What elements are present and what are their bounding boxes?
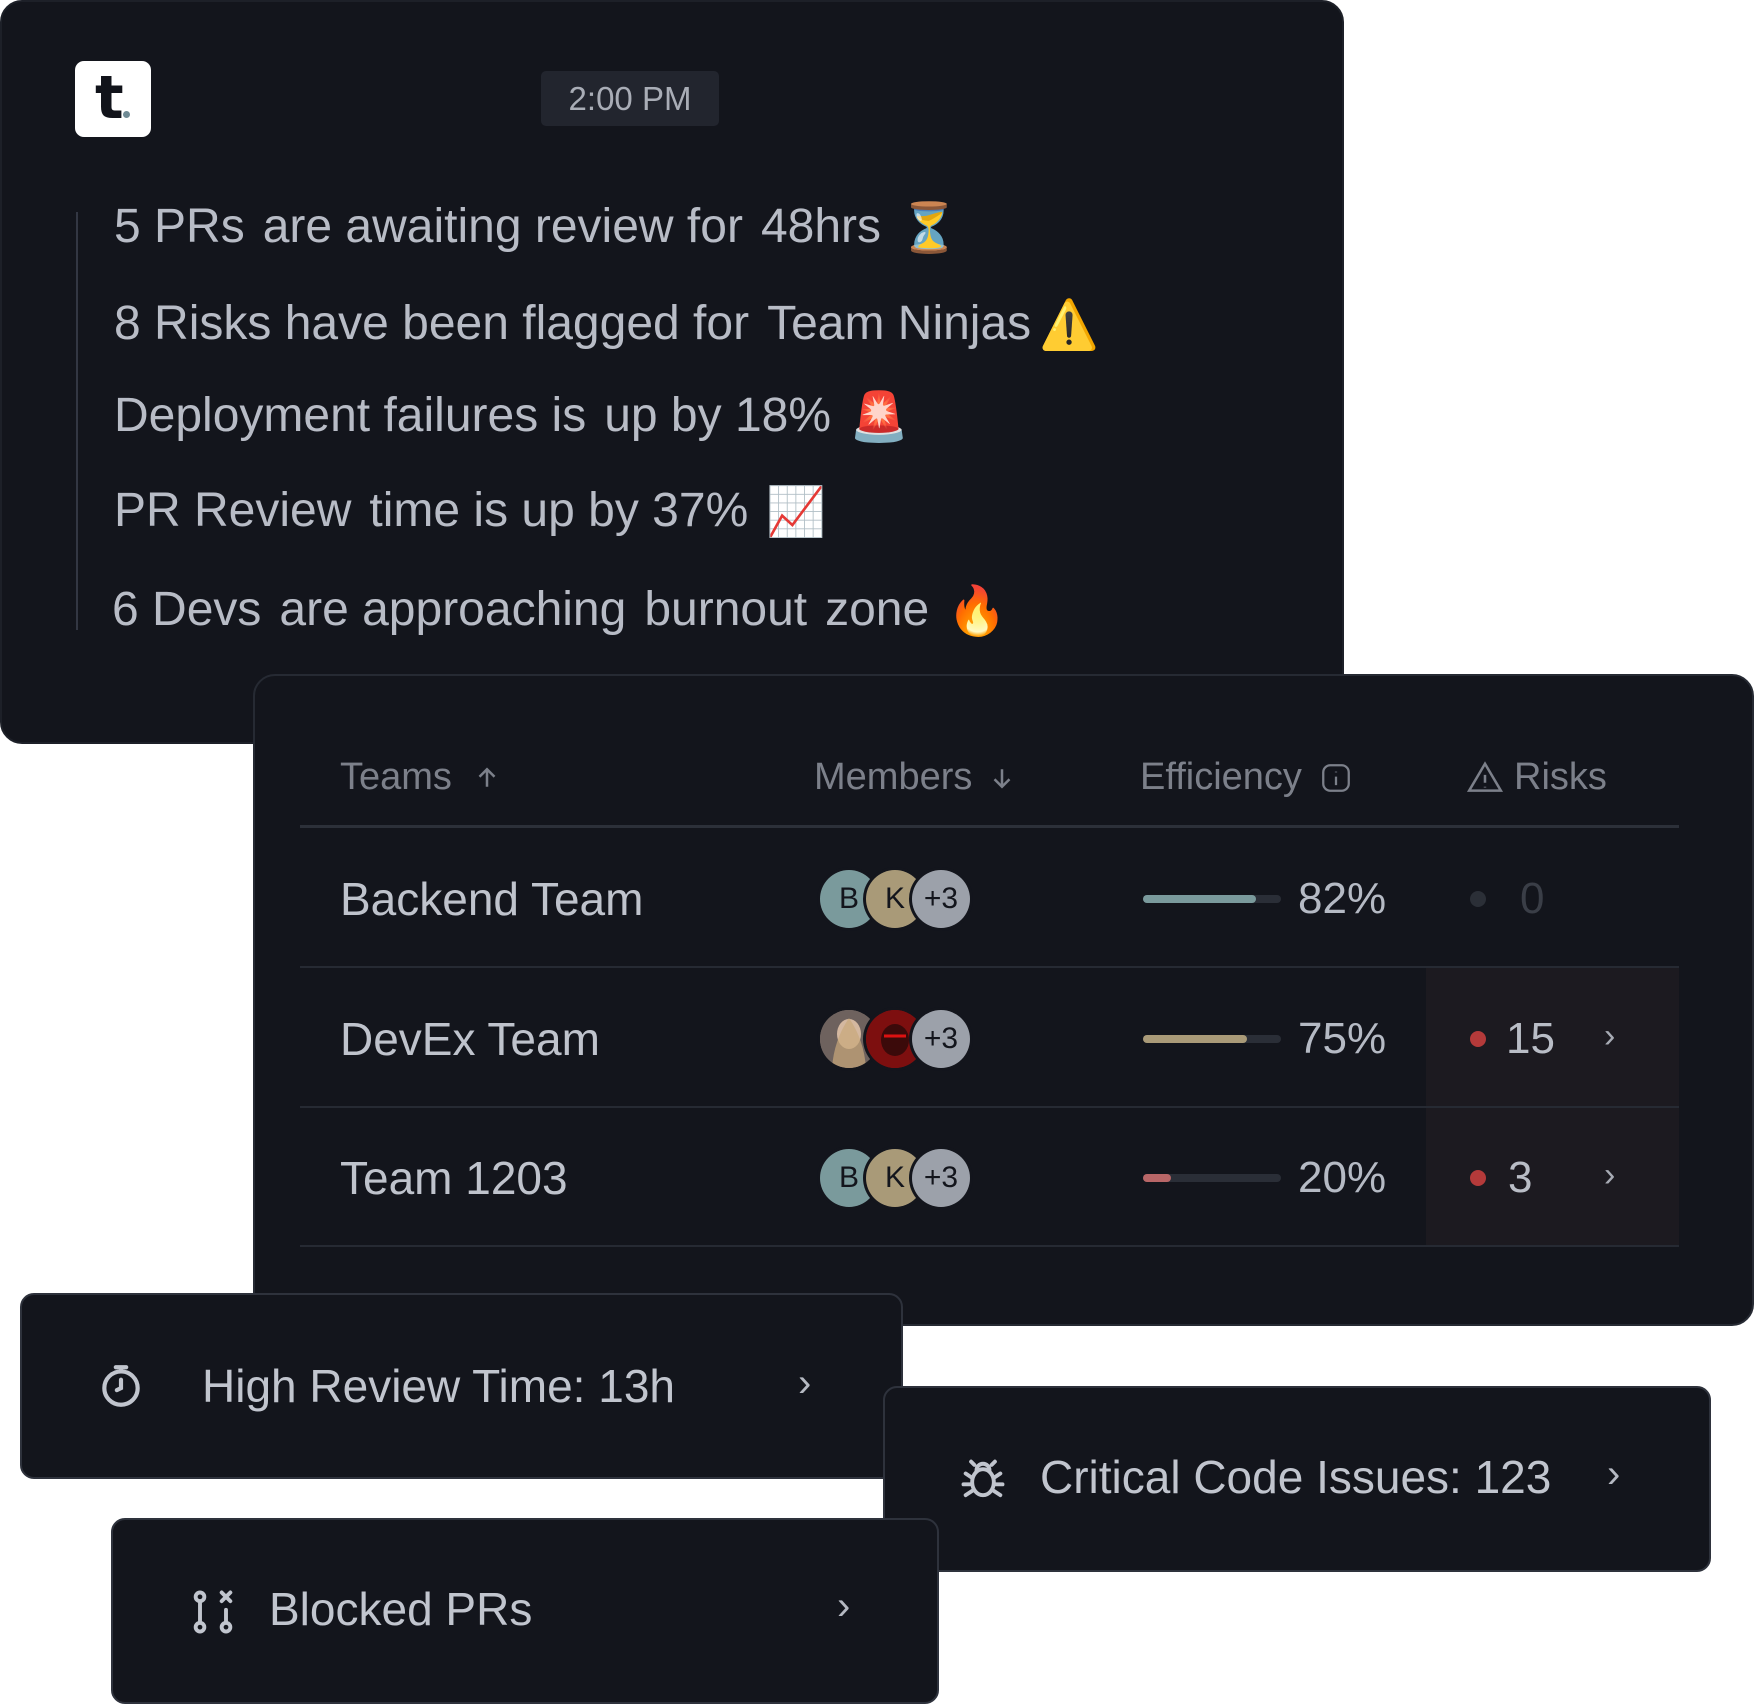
efficiency-bar bbox=[1143, 1035, 1281, 1043]
chevron-right-icon[interactable]: › bbox=[798, 1355, 811, 1411]
arrow-down-icon bbox=[993, 769, 1011, 789]
row-divider bbox=[300, 1245, 1679, 1247]
alert-label: Critical Code Issues: 123 bbox=[1040, 1451, 1552, 1503]
risk-count: 0 bbox=[1520, 874, 1545, 923]
git-pull-request-closed-icon bbox=[193, 1590, 233, 1634]
efficiency-bar-fill bbox=[1143, 1035, 1247, 1043]
app-logo: t bbox=[75, 61, 151, 137]
efficiency-bar bbox=[1143, 1174, 1281, 1182]
notification-line-pr-review: PR Review time is up by 37% 📈 bbox=[114, 481, 844, 543]
chevron-right-icon[interactable]: › bbox=[1604, 1017, 1615, 1056]
risks-header[interactable]: Risks bbox=[1466, 754, 1607, 800]
risk-dot bbox=[1470, 1031, 1486, 1047]
arrow-up-icon bbox=[479, 767, 496, 787]
efficiency-value: 82% bbox=[1298, 874, 1387, 923]
risk-count[interactable]: 15 bbox=[1506, 1012, 1555, 1066]
notification-line-risks: 8 Risks have been flagged for Team Ninjas… bbox=[114, 294, 1117, 356]
efficiency-bar-fill bbox=[1143, 895, 1257, 903]
team-name[interactable]: Team 1203 bbox=[340, 1150, 568, 1206]
notification-line-burnout: 6 Devs are approaching burnout zone 🔥 bbox=[112, 580, 1025, 642]
chart-increasing-icon: 📈 bbox=[766, 486, 827, 540]
alert-label: Blocked PRs bbox=[269, 1583, 533, 1635]
team-name[interactable]: DevEx Team bbox=[340, 1011, 600, 1067]
efficiency-value: 20% bbox=[1298, 1153, 1387, 1202]
more-members-badge[interactable]: +3 bbox=[912, 1010, 970, 1068]
team-name[interactable]: Backend Team bbox=[340, 871, 643, 927]
info-icon[interactable] bbox=[1319, 761, 1353, 795]
more-members-badge[interactable]: +3 bbox=[912, 870, 970, 928]
quote-bar bbox=[76, 212, 78, 630]
notification-line-deployment: Deployment failures is up by 18% 🚨 bbox=[114, 386, 927, 448]
critical-code-issues-card[interactable]: Critical Code Issues: 123 › bbox=[883, 1386, 1711, 1572]
efficiency-bar-fill bbox=[1143, 1174, 1171, 1182]
members-header[interactable]: Members bbox=[814, 754, 1017, 800]
notification-line-prs: 5 PRs are awaiting review for 48hrs ⏳ bbox=[114, 197, 977, 259]
efficiency-header[interactable]: Efficiency bbox=[1140, 754, 1353, 800]
time-chip: 2:00 PM bbox=[541, 71, 719, 126]
high-review-time-card[interactable]: High Review Time: 13h › bbox=[20, 1293, 903, 1479]
efficiency-value: 75% bbox=[1298, 1014, 1387, 1063]
risk-cell-highlight[interactable] bbox=[1426, 1108, 1679, 1246]
siren-icon: 🚨 bbox=[849, 391, 909, 445]
notifications-card: t 2:00 PM 5 PRs are awaiting review for 48… bbox=[0, 0, 1344, 744]
header-divider bbox=[300, 825, 1679, 828]
fire-icon: 🔥 bbox=[947, 585, 1007, 639]
teams-header[interactable]: Teams bbox=[340, 754, 502, 800]
chevron-right-icon[interactable]: › bbox=[1607, 1446, 1620, 1502]
bug-icon bbox=[961, 1459, 1005, 1498]
hourglass-icon: ⏳ bbox=[899, 202, 959, 256]
risk-dot bbox=[1470, 1170, 1486, 1186]
chevron-right-icon[interactable]: › bbox=[1604, 1156, 1615, 1195]
more-members-badge[interactable]: +3 bbox=[912, 1149, 970, 1207]
alert-label: High Review Time: 13h bbox=[202, 1360, 675, 1412]
warning-triangle-icon bbox=[1466, 761, 1504, 792]
warning-icon: ⚠️ bbox=[1039, 299, 1099, 353]
timer-icon bbox=[102, 1365, 140, 1407]
risk-count[interactable]: 3 bbox=[1508, 1151, 1532, 1205]
blocked-prs-card[interactable]: Blocked PRs › bbox=[111, 1518, 939, 1704]
risk-dot bbox=[1470, 891, 1486, 907]
efficiency-bar bbox=[1143, 895, 1281, 903]
chevron-right-icon[interactable]: › bbox=[837, 1578, 850, 1634]
